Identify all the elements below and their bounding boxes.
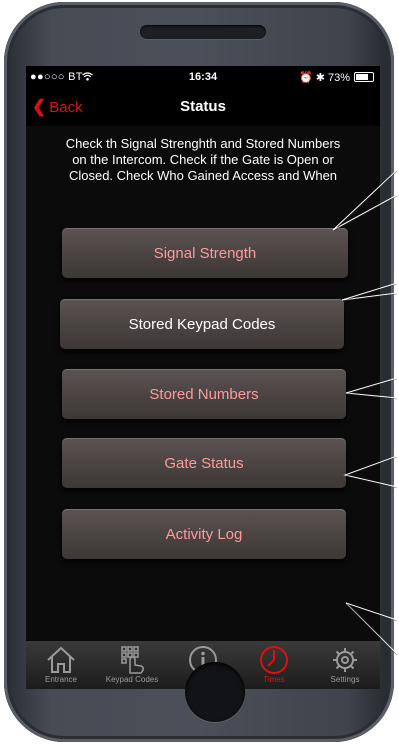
pointer-line (343, 455, 398, 488)
pointer-line (332, 169, 398, 231)
annotation-pointers (332, 169, 398, 656)
